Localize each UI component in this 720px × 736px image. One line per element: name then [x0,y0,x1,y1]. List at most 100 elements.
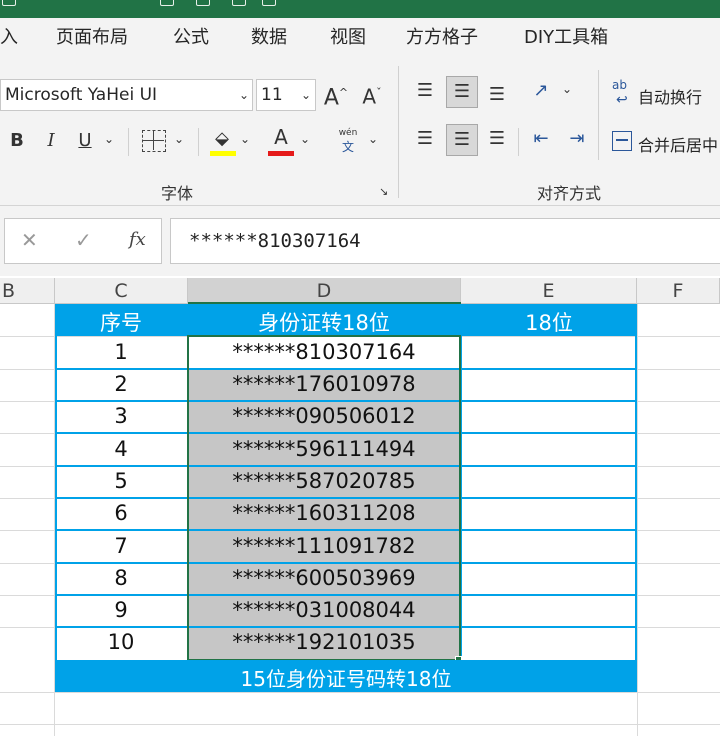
formula-input[interactable]: ******810307164 [170,218,720,264]
phonetic-pinyin: wén [338,128,358,138]
tab-fangfang[interactable]: 方方格子 [406,23,478,49]
seq-cell[interactable]: 5 [55,469,187,493]
font-group-label: 字体 [161,184,194,203]
align-top-icon[interactable]: ☰ [410,76,440,106]
seq-cell[interactable]: 3 [55,404,187,428]
font-name-value: Microsoft YaHei UI [5,85,158,105]
fill-color-swatch [210,151,236,156]
id-cell[interactable]: ******160311208 [188,501,460,525]
fill-color-icon[interactable]: ⬙ [208,124,236,150]
tab-page-layout[interactable]: 页面布局 [56,23,128,49]
header-18: 18位 [525,311,573,335]
phonetic-guide-icon[interactable]: wén 文 [334,128,362,158]
column-header-d[interactable]: D [188,278,461,304]
alignment-group-label: 对齐方式 [537,184,602,203]
underline-button[interactable]: U [72,126,98,156]
seq-cell[interactable]: 1 [55,340,187,364]
wrap-text-button[interactable]: ab ↩ 自动换行 [612,78,720,110]
chevron-down-icon[interactable]: ⌄ [174,132,184,146]
tab-insert[interactable]: 入 [0,23,18,49]
seq-cell[interactable]: 4 [55,437,187,461]
font-color-swatch [268,151,294,156]
align-right-icon[interactable]: ☰ [482,124,512,154]
shrink-font-icon[interactable]: Aˇ [356,78,388,110]
column-header-f[interactable]: F [637,278,720,304]
save-icon[interactable] [2,0,16,6]
column-header-b[interactable]: B [0,278,55,304]
formula-bar-area: ✕ ✓ fx ******810307164 [0,206,720,276]
increase-indent-icon[interactable]: ⇥ [562,124,592,154]
seq-cell[interactable]: 9 [55,598,187,622]
id-cell[interactable]: ******090506012 [188,404,460,428]
tab-data[interactable]: 数据 [251,23,287,49]
sheet-grid[interactable]: 序号 身份证转18位 18位 1 ******810307164 2 *****… [0,304,720,736]
italic-button[interactable]: I [38,126,64,156]
tab-view[interactable]: 视图 [330,23,366,49]
chevron-down-icon[interactable]: ⌄ [368,132,378,146]
gridline [0,692,720,693]
id-cell[interactable]: ******587020785 [188,469,460,493]
decrease-indent-icon[interactable]: ⇤ [526,124,556,154]
grow-font-icon[interactable]: A^ [320,78,352,110]
shrink-font-glyph: A [362,84,377,109]
id-cell[interactable]: ******031008044 [188,598,460,622]
seq-cell[interactable]: 10 [55,630,187,654]
group-divider [398,66,399,198]
column-header-e[interactable]: E [461,278,637,304]
divider [198,128,199,156]
border-icon[interactable] [142,130,166,152]
id-cell[interactable]: ******176010978 [188,372,460,396]
id-cell[interactable]: ******810307164 [188,340,460,364]
seq-cell[interactable]: 2 [55,372,187,396]
divider [598,70,599,160]
seq-cell[interactable]: 8 [55,566,187,590]
align-bottom-icon[interactable]: ☰ [482,80,512,110]
divider [518,128,519,156]
font-name-select[interactable]: Microsoft YaHei UI ⌄ [0,79,253,111]
title-bar [0,0,720,18]
quick-access-icon[interactable] [232,0,246,6]
cancel-icon[interactable]: ✕ [21,228,38,252]
tab-diy-toolbox[interactable]: DIY工具箱 [524,23,608,49]
chevron-down-icon[interactable]: ⌄ [300,132,310,146]
seq-cell[interactable]: 7 [55,534,187,558]
confirm-icon[interactable]: ✓ [75,228,92,252]
formula-buttons: ✕ ✓ fx [4,218,162,264]
align-center-icon[interactable]: ☰ [446,124,478,156]
seq-cell[interactable]: 6 [55,501,187,525]
bold-button[interactable]: B [4,126,30,156]
id-cell[interactable]: ******192101035 [188,630,460,654]
id-cell[interactable]: ******600503969 [188,566,460,590]
divider [128,128,129,156]
font-size-select[interactable]: 11 ⌄ [256,79,316,111]
header-id-convert: 身份证转18位 [258,311,390,335]
tab-formulas[interactable]: 公式 [173,23,209,49]
font-color-icon[interactable]: A [268,122,294,150]
id-cell[interactable]: ******596111494 [188,437,460,461]
gridline [0,724,720,725]
wrap-text-icon: ab [612,78,627,92]
quick-access-icon[interactable] [196,0,210,6]
id-cell[interactable]: ******111091782 [188,534,460,558]
quick-access-icon[interactable] [160,0,174,6]
orientation-icon[interactable]: ↗ [526,76,556,106]
align-middle-icon[interactable]: ☰ [446,76,478,108]
chevron-down-icon[interactable]: ⌄ [104,132,114,146]
merge-center-button[interactable]: 合并后居中 [610,128,720,158]
quick-access-icon[interactable] [262,0,276,6]
formula-value: ******810307164 [189,230,361,252]
grow-font-glyph: A [323,85,339,111]
merge-icon [612,131,632,151]
ribbon-tabs: 入 页面布局 公式 数据 视图 方方格子 DIY工具箱 [0,18,720,58]
chevron-down-icon[interactable]: ⌄ [562,82,572,96]
wrap-text-label: 自动换行 [638,88,703,107]
header-seq: 序号 [100,311,142,335]
dialog-launcher-icon[interactable]: ↘ [379,185,388,198]
align-left-icon[interactable]: ☰ [410,124,440,154]
column-header-c[interactable]: C [55,278,188,304]
chevron-down-icon[interactable]: ⌄ [240,132,250,146]
insert-function-icon[interactable]: fx [129,229,146,250]
chevron-down-icon: ⌄ [239,88,250,102]
ribbon: Microsoft YaHei UI ⌄ 11 ⌄ A^ Aˇ B I U ⌄ … [0,58,720,206]
merge-center-label: 合并后居中 [638,136,719,155]
